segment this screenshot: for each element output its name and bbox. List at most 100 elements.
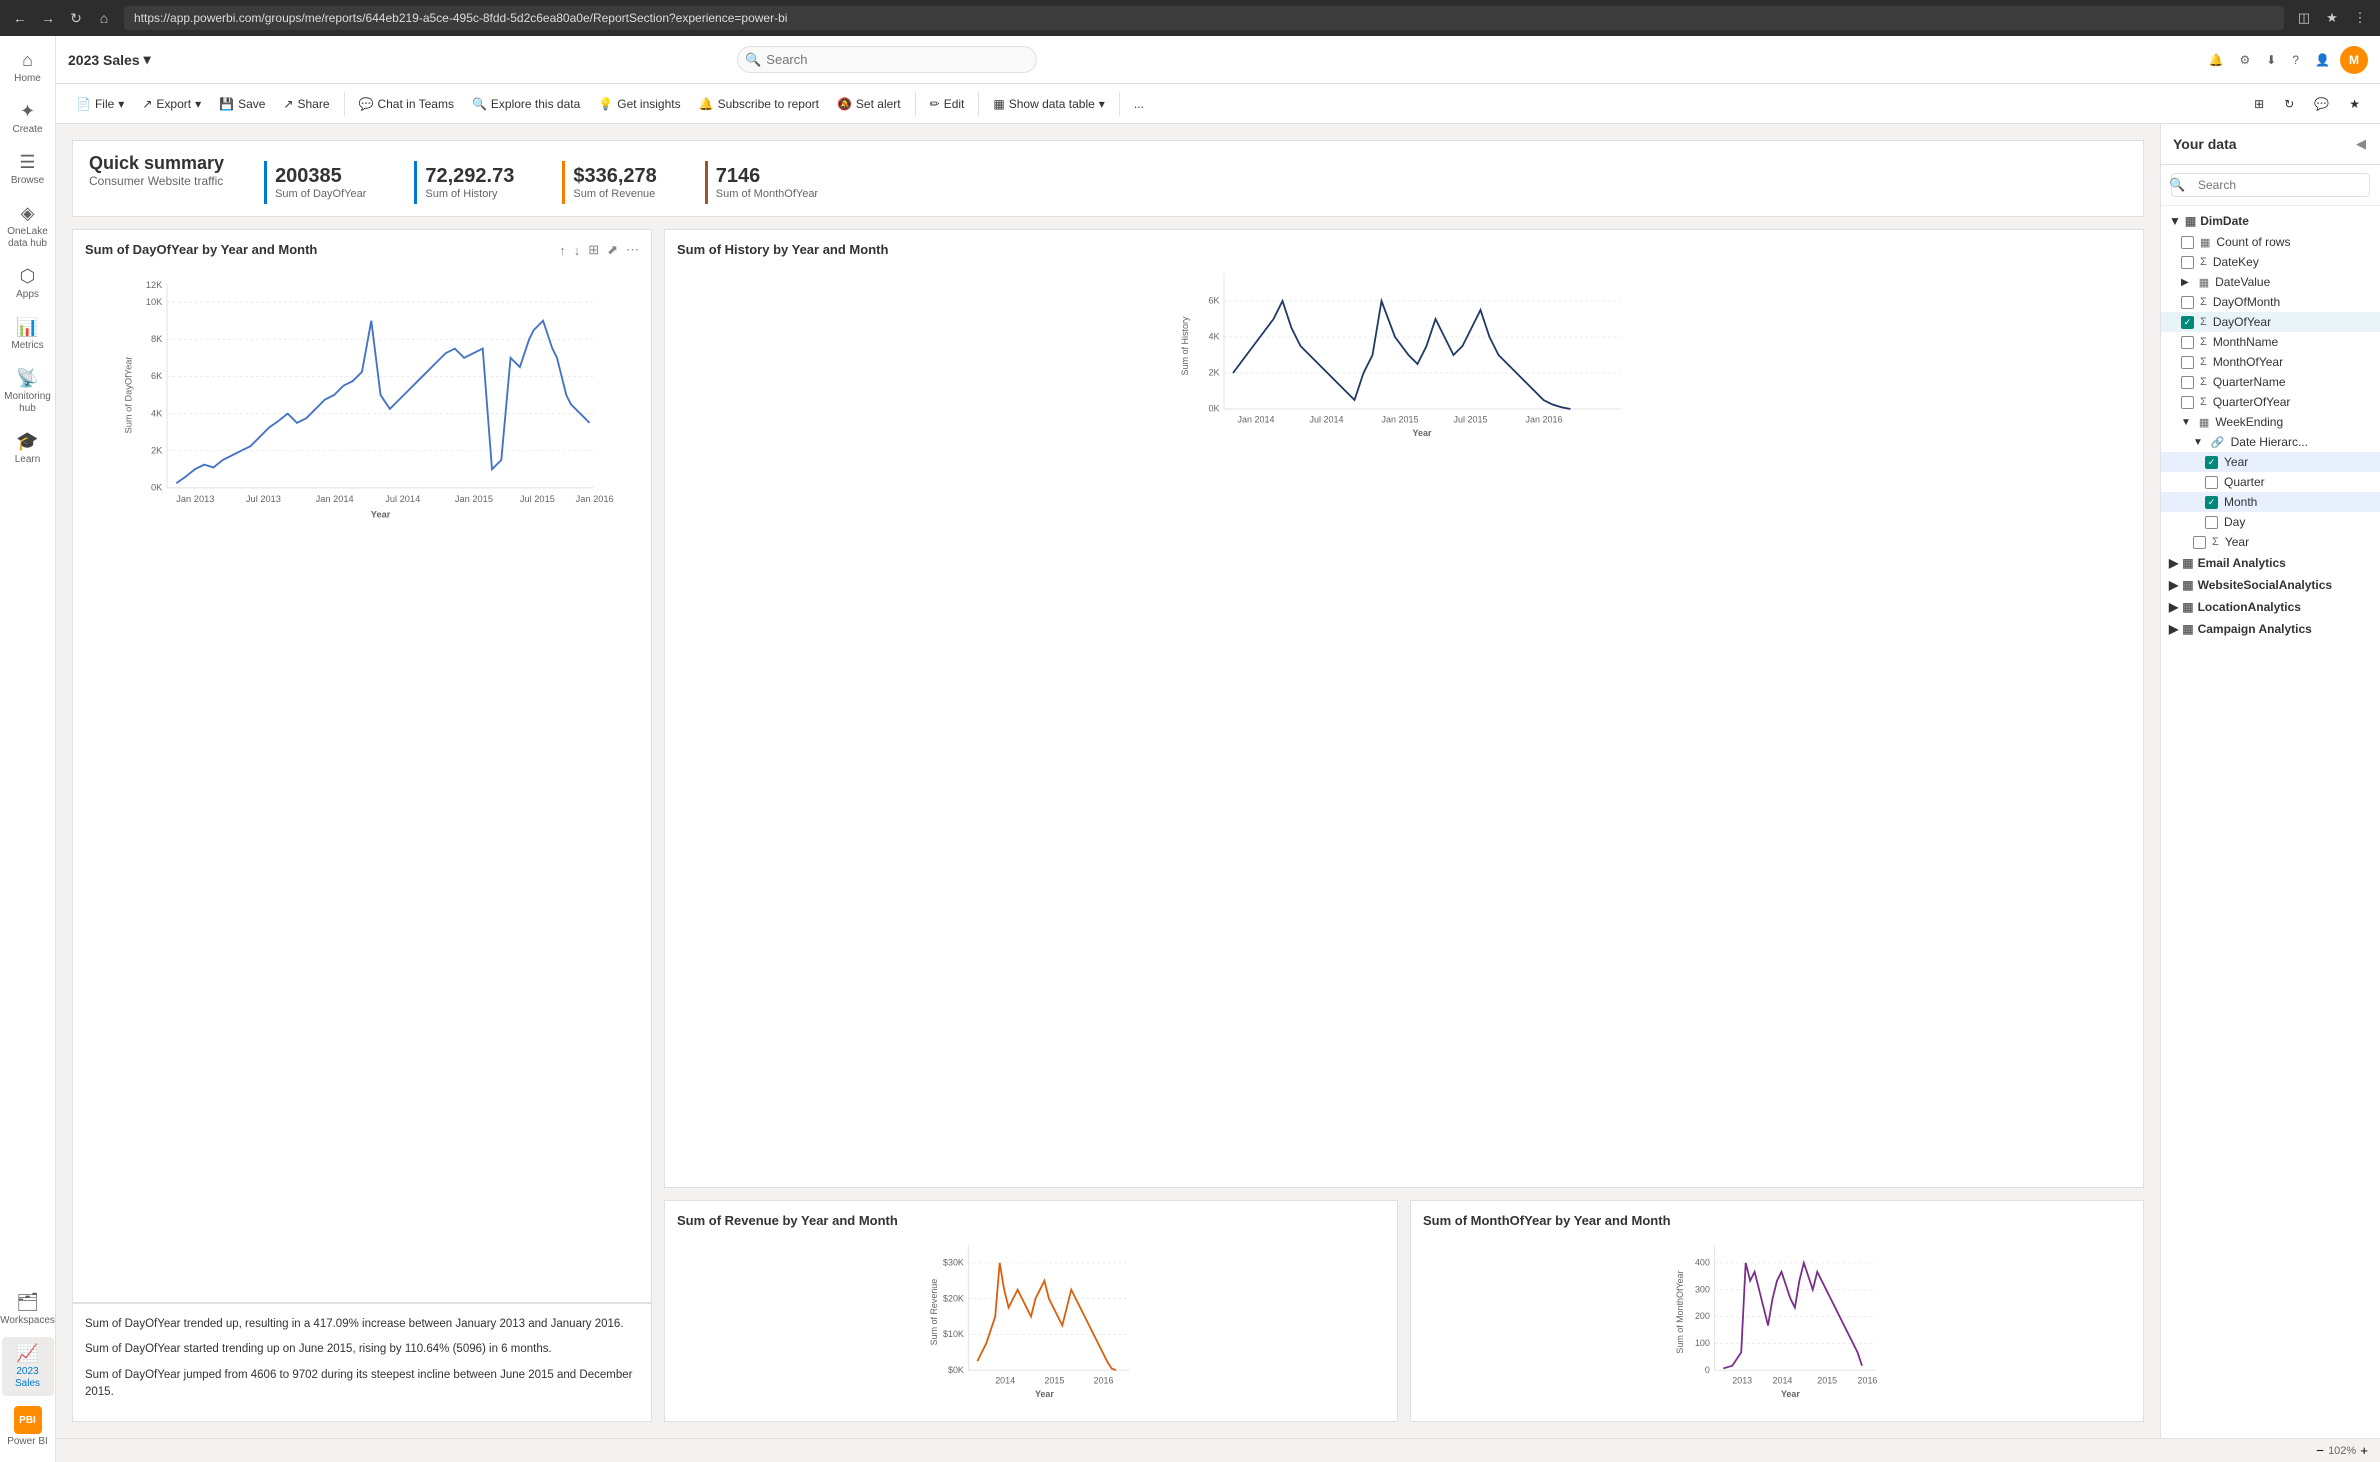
set-alert-button[interactable]: 🔕 Set alert: [829, 93, 909, 115]
comment-button[interactable]: 💬: [2306, 93, 2337, 115]
kpi-monthofyear-value: 7146: [716, 165, 818, 188]
sidebar-item-home[interactable]: ⌂ Home: [2, 44, 54, 91]
filter-item-dayofmonth[interactable]: Σ DayOfMonth: [2161, 292, 2380, 312]
filter-item-day[interactable]: Day: [2161, 512, 2380, 532]
sort-asc-button[interactable]: ↑: [557, 240, 568, 260]
filter-item-weekending[interactable]: ▼ ▦ WeekEnding: [2161, 412, 2380, 432]
zoom-out-button[interactable]: −: [2316, 1443, 2324, 1458]
cb-quartername[interactable]: [2181, 376, 2194, 389]
download-button[interactable]: ⬇: [2260, 46, 2282, 74]
sidebar-item-powerbi[interactable]: PBI Power BI: [2, 1400, 54, 1454]
filter-item-quarterofyear[interactable]: Σ QuarterOfYear: [2161, 392, 2380, 412]
filter-group-campaign-header[interactable]: ▶ ▦ Campaign Analytics: [2161, 618, 2380, 640]
title-dropdown-icon[interactable]: ▾: [144, 51, 151, 68]
filter-group-websitesocial-header[interactable]: ▶ ▦ WebsiteSocialAnalytics: [2161, 574, 2380, 596]
svg-text:300: 300: [1695, 1284, 1710, 1294]
cb-year-sigma[interactable]: [2193, 536, 2206, 549]
filter-item-monthofyear[interactable]: Σ MonthOfYear: [2161, 352, 2380, 372]
favorites-button[interactable]: ★: [2320, 6, 2344, 30]
sidebar-item-apps[interactable]: ⬡ Apps: [2, 260, 54, 307]
share-button[interactable]: ↗ Share: [275, 93, 337, 115]
sidebar-item-monitoring[interactable]: 📡 Monitoring hub: [2, 362, 54, 421]
cb-monthofyear[interactable]: [2181, 356, 2194, 369]
back-button[interactable]: ←: [8, 6, 32, 30]
get-insights-button[interactable]: 💡 Get insights: [590, 93, 688, 115]
share-top-button[interactable]: 👤: [2309, 46, 2336, 74]
sidebar-item-learn[interactable]: 🎓 Learn: [2, 425, 54, 472]
settings-button[interactable]: ⚙: [2234, 46, 2257, 74]
sidebar-item-sales[interactable]: 📈 2023 Sales: [2, 1337, 54, 1396]
filter-label-year: Year: [2224, 455, 2248, 469]
refresh-button[interactable]: ↻: [64, 6, 88, 30]
filters-collapse-button[interactable]: ◀: [2354, 134, 2368, 154]
filter-item-year-sigma[interactable]: Σ Year: [2161, 532, 2380, 552]
view-toggle-button[interactable]: ⊞: [2246, 93, 2272, 115]
top-bar-actions: 🔔 ⚙ ⬇ ? 👤 M: [2203, 46, 2368, 74]
filter-group-location-header[interactable]: ▶ ▦ LocationAnalytics: [2161, 596, 2380, 618]
avatar[interactable]: M: [2340, 46, 2368, 74]
cb-dayofmonth[interactable]: [2181, 296, 2194, 309]
show-data-table-button[interactable]: ▦ Show data table ▾: [985, 93, 1112, 115]
cb-month[interactable]: ✓: [2205, 496, 2218, 509]
toolbar-separator-1: [344, 92, 345, 116]
notification-button[interactable]: 🔔: [2203, 46, 2230, 74]
filter-item-datekey[interactable]: Σ DateKey: [2161, 252, 2380, 272]
sidebar-item-metrics[interactable]: 📊 Metrics: [2, 311, 54, 358]
filter-item-quartername[interactable]: Σ QuarterName: [2161, 372, 2380, 392]
filter-item-month[interactable]: ✓ Month: [2161, 492, 2380, 512]
filters-search-input[interactable]: [2171, 173, 2370, 197]
refresh-report-button[interactable]: ↻: [2276, 93, 2302, 115]
forward-button[interactable]: →: [36, 6, 60, 30]
edit-button[interactable]: ✏ Edit: [922, 93, 973, 115]
cb-quarter[interactable]: [2205, 476, 2218, 489]
more-button[interactable]: ...: [1126, 93, 1152, 115]
filter-item-quarter[interactable]: Quarter: [2161, 472, 2380, 492]
filter-group-dimdate-header[interactable]: ▼ ▦ DimDate: [2161, 210, 2380, 232]
file-button[interactable]: 📄 File ▾: [68, 93, 132, 115]
explore-data-button[interactable]: 🔍 Explore this data: [464, 93, 588, 115]
table-icon-weekending: ▦: [2199, 416, 2209, 429]
cb-countofrows[interactable]: [2181, 236, 2194, 249]
filter-item-datehierarc[interactable]: ▼ 🔗 Date Hierarc...: [2161, 432, 2380, 452]
bookmark-button[interactable]: ★: [2341, 93, 2368, 115]
kpi-monthofyear: 7146 Sum of MonthOfYear: [705, 161, 842, 204]
filter-label-month: Month: [2224, 495, 2257, 509]
search-input[interactable]: [737, 46, 1037, 73]
kpi-dayofyear: 200385 Sum of DayOfYear: [264, 161, 390, 204]
filter-item-monthname[interactable]: Σ MonthName: [2161, 332, 2380, 352]
svg-text:12K: 12K: [146, 280, 163, 290]
sidebar-item-browse[interactable]: ☰ Browse: [2, 146, 54, 193]
chat-in-teams-button[interactable]: 💬 Chat in Teams: [351, 93, 462, 115]
home-button[interactable]: ⌂: [92, 6, 116, 30]
export-button[interactable]: ↗ Export ▾: [134, 93, 209, 115]
create-icon: ✦: [20, 101, 35, 122]
expand-button[interactable]: ⊞: [586, 240, 601, 260]
extensions-button[interactable]: ◫: [2292, 6, 2316, 30]
subscribe-button[interactable]: 🔔 Subscribe to report: [691, 93, 827, 115]
sidebar-item-create[interactable]: ✦ Create: [2, 95, 54, 142]
drill-button[interactable]: ⬈: [605, 240, 620, 260]
cb-year[interactable]: ✓: [2205, 456, 2218, 469]
more-options-button[interactable]: ⋯: [624, 240, 641, 260]
cb-dayofyear[interactable]: ✓: [2181, 316, 2194, 329]
cb-quarterofyear[interactable]: [2181, 396, 2194, 409]
filter-group-emailanalytics-header[interactable]: ▶ ▦ Email Analytics: [2161, 552, 2380, 574]
filter-item-year[interactable]: ✓ Year: [2161, 452, 2380, 472]
save-icon: 💾: [219, 97, 234, 111]
settings-button[interactable]: ⋮: [2348, 6, 2372, 30]
cb-day[interactable]: [2205, 516, 2218, 529]
cb-monthname[interactable]: [2181, 336, 2194, 349]
cb-datekey[interactable]: [2181, 256, 2194, 269]
filter-item-dayofyear[interactable]: ✓ Σ DayOfYear: [2161, 312, 2380, 332]
sigma-icon-dayofmonth: Σ: [2200, 296, 2207, 308]
zoom-in-button[interactable]: +: [2360, 1443, 2368, 1458]
sidebar-item-workspaces[interactable]: 🗂 Workspaces: [2, 1286, 54, 1333]
address-bar[interactable]: [124, 6, 2284, 30]
filter-item-countofrows[interactable]: ▦ Count of rows: [2161, 232, 2380, 252]
kpi-dayofyear-label: Sum of DayOfYear: [275, 188, 366, 200]
sidebar-item-onelake[interactable]: ◈ OneLake data hub: [2, 197, 54, 256]
filter-item-datevalue[interactable]: ▶ ▦ DateValue: [2161, 272, 2380, 292]
help-button[interactable]: ?: [2286, 46, 2305, 74]
save-button[interactable]: 💾 Save: [211, 93, 273, 115]
sort-desc-button[interactable]: ↓: [572, 240, 583, 260]
